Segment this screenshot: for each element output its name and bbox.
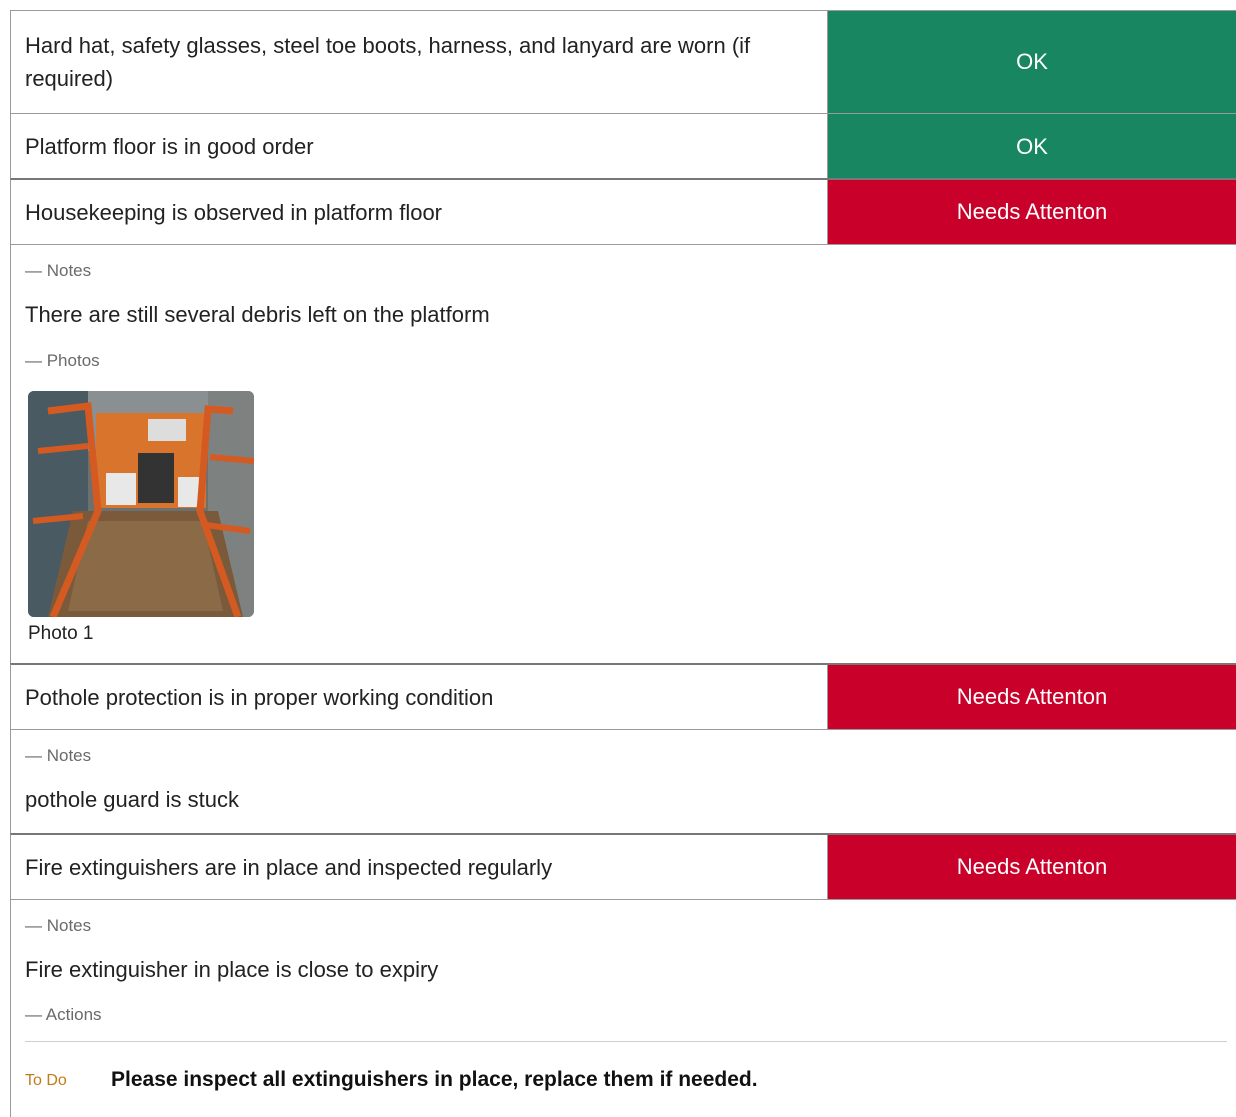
status-badge-ok[interactable]: OK bbox=[828, 114, 1236, 179]
question-text: Pothole protection is in proper working … bbox=[11, 665, 828, 729]
status-badge-needs-attention[interactable]: Needs Attenton bbox=[828, 180, 1236, 244]
question-text: Platform floor is in good order bbox=[11, 114, 828, 179]
photo-thumbnail[interactable] bbox=[28, 391, 254, 617]
notes-label: — Notes bbox=[25, 261, 92, 280]
checklist-item: Housekeeping is observed in platform flo… bbox=[10, 178, 1236, 245]
item-details: — Notes Fire extinguisher in place is cl… bbox=[10, 900, 1236, 1117]
notes-label: — Notes bbox=[25, 746, 92, 765]
notes-text: Fire extinguisher in place is close to e… bbox=[25, 957, 439, 982]
lift-platform-photo bbox=[28, 391, 254, 617]
question-text: Housekeeping is observed in platform flo… bbox=[11, 180, 828, 244]
checklist-item: Pothole protection is in proper working … bbox=[10, 663, 1236, 730]
item-details: — Notes pothole guard is stuck bbox=[10, 730, 1236, 833]
item-details: — Notes There are still several debris l… bbox=[10, 245, 1236, 663]
checklist-item: Fire extinguishers are in place and insp… bbox=[10, 833, 1236, 900]
question-text: Hard hat, safety glasses, steel toe boot… bbox=[11, 11, 828, 113]
photos-label: — Photos bbox=[25, 351, 100, 370]
notes-text: There are still several debris left on t… bbox=[25, 302, 490, 327]
action-text[interactable]: Please inspect all extinguishers in plac… bbox=[111, 1068, 758, 1092]
checklist-item: Platform floor is in good order OK bbox=[10, 114, 1236, 180]
actions-divider bbox=[25, 1041, 1227, 1042]
status-badge-ok[interactable]: OK bbox=[828, 11, 1236, 113]
checklist-item: Hard hat, safety glasses, steel toe boot… bbox=[10, 10, 1236, 114]
photo-caption: Photo 1 bbox=[28, 623, 94, 644]
notes-label: — Notes bbox=[25, 916, 92, 935]
status-badge-needs-attention[interactable]: Needs Attenton bbox=[828, 665, 1236, 729]
question-text: Fire extinguishers are in place and insp… bbox=[11, 835, 828, 899]
notes-text: pothole guard is stuck bbox=[25, 787, 240, 812]
actions-label: — Actions bbox=[25, 1005, 102, 1024]
status-badge-needs-attention[interactable]: Needs Attenton bbox=[828, 835, 1236, 899]
action-status: To Do bbox=[25, 1072, 67, 1089]
